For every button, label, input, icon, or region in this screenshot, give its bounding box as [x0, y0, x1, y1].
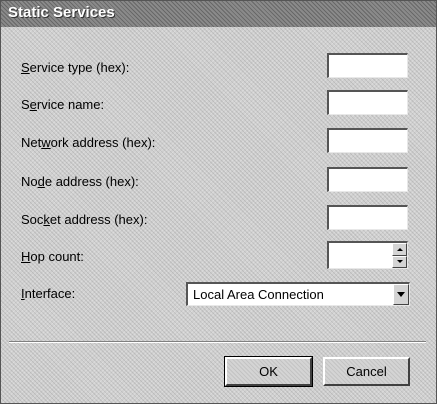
spinner-buttons: [392, 243, 407, 268]
socket-address-label: Socket address (hex):: [21, 212, 148, 227]
dialog-title: Static Services: [8, 4, 115, 21]
interface-select[interactable]: Local Area Connection: [186, 282, 410, 306]
static-services-dialog: Static Services Service type (hex): Serv…: [0, 0, 437, 404]
chevron-down-icon: [396, 260, 403, 264]
network-address-input[interactable]: [327, 128, 408, 153]
spin-up-button[interactable]: [392, 243, 407, 256]
chevron-up-icon: [396, 247, 403, 251]
cancel-button[interactable]: Cancel: [323, 357, 410, 386]
network-address-label: Network address (hex):: [21, 135, 156, 150]
interface-label: Interface:: [21, 286, 76, 301]
service-type-input[interactable]: [327, 53, 408, 78]
chevron-down-icon: [397, 292, 405, 297]
service-name-label: Service name:: [21, 97, 105, 112]
spin-down-button[interactable]: [392, 255, 407, 268]
interface-selected-value: Local Area Connection: [193, 287, 324, 302]
node-address-input[interactable]: [327, 167, 408, 192]
hop-count-label: Hop count:: [21, 249, 84, 264]
service-type-label: Service type (hex):: [21, 60, 130, 75]
service-name-input[interactable]: [327, 90, 408, 115]
title-bar: Static Services: [1, 1, 436, 27]
hop-count-spinner[interactable]: [327, 241, 408, 269]
node-address-label: Node address (hex):: [21, 174, 139, 189]
socket-address-input[interactable]: [327, 205, 408, 230]
interface-dropdown-button[interactable]: [393, 284, 409, 305]
ok-button[interactable]: OK: [224, 356, 313, 387]
divider: [9, 341, 426, 343]
